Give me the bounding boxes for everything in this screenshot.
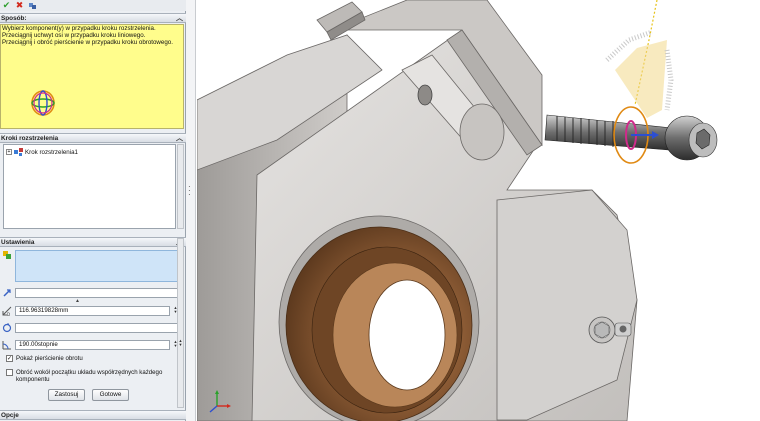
done-button[interactable]: Gotowe bbox=[92, 389, 129, 401]
rotate-origin-checkbox[interactable] bbox=[6, 369, 13, 376]
checkmark-icon[interactable]: ✔ bbox=[2, 1, 11, 10]
components-selection-box[interactable] bbox=[15, 250, 179, 282]
kroki-section-header[interactable]: Kroki rozstrzelenia ︿ bbox=[0, 133, 186, 143]
show-rings-checkbox-row[interactable]: ✓ Pokaż pierścienie obrotu bbox=[6, 355, 83, 362]
apply-button[interactable]: Zastosuj bbox=[48, 389, 85, 401]
direction-field[interactable] bbox=[15, 288, 179, 298]
rotation-axis-icon bbox=[2, 323, 12, 333]
angle-icon bbox=[2, 340, 12, 350]
tree-item-label: Krok rozstrzelenia1 bbox=[25, 148, 78, 156]
distance-icon: D bbox=[2, 306, 12, 317]
show-rings-checkbox[interactable]: ✓ bbox=[6, 355, 13, 362]
panel-splitter[interactable]: · · · bbox=[186, 0, 196, 421]
opcje-title: Opcje bbox=[1, 412, 19, 419]
pin-icon[interactable] bbox=[28, 1, 37, 10]
graphics-viewport[interactable] bbox=[197, 0, 760, 421]
splitter-grip-icon[interactable]: · · · bbox=[188, 183, 193, 199]
chevron-up-icon[interactable]: ︿ bbox=[176, 14, 183, 23]
direction-icon bbox=[2, 288, 12, 298]
instruction-line-2: Przeciągnij uchwyt osi w przypadku kroku… bbox=[2, 32, 146, 39]
kroki-title: Kroki rozstrzelenia bbox=[1, 135, 59, 142]
rotation-gizmo-icon bbox=[31, 90, 55, 116]
sposob-section-header[interactable]: Sposób: ︿ bbox=[0, 13, 186, 23]
angle-input[interactable]: 190.00stopnie bbox=[15, 340, 170, 350]
components-icon bbox=[2, 250, 12, 260]
rotate-origin-label: Obróć wokół początku układu współrzędnyc… bbox=[16, 369, 163, 383]
instruction-line-1: Wybierz komponent(y) w przypadku kroku r… bbox=[2, 25, 156, 32]
property-manager-panel: ✔ ✖ Sposób: ︿ Wybierz komponent(y) w prz… bbox=[0, 0, 186, 421]
property-manager-toolbar: ✔ ✖ bbox=[0, 0, 186, 11]
explode-steps-list: + Krok rozstrzelenia1 bbox=[3, 144, 176, 229]
sposob-title: Sposób: bbox=[1, 15, 27, 22]
rotation-axis-field[interactable] bbox=[15, 323, 179, 333]
rotate-origin-checkbox-row[interactable]: Obróć wokół początku układu współrzędnyc… bbox=[6, 369, 178, 383]
svg-text:D: D bbox=[7, 312, 10, 316]
steps-list-scrollbar[interactable] bbox=[177, 144, 184, 229]
expand-icon[interactable]: + bbox=[6, 149, 12, 155]
ustawienia-title: Ustawienia bbox=[1, 239, 35, 246]
instruction-line-3: Przeciągnij i obróć pierścienie w przypa… bbox=[2, 39, 173, 46]
drag-handle-icon: ▲ bbox=[75, 298, 80, 304]
chevron-up-icon[interactable]: ︿ bbox=[176, 134, 183, 143]
tree-item-explode-step[interactable]: + Krok rozstrzelenia1 bbox=[6, 148, 78, 156]
ustawienia-section-header[interactable]: Ustawienia ︿ bbox=[0, 237, 186, 247]
instructions-message: Wybierz komponent(y) w przypadku kroku r… bbox=[0, 24, 184, 129]
explode-step-icon bbox=[14, 148, 23, 156]
x-icon[interactable]: ✖ bbox=[15, 1, 24, 10]
show-rings-label: Pokaż pierścienie obrotu bbox=[16, 355, 83, 362]
cad-model-view[interactable] bbox=[197, 0, 760, 421]
distance-input[interactable]: 116.96319828mm bbox=[15, 306, 170, 316]
panel-scrollbar[interactable]: ▲ ▼ bbox=[177, 238, 184, 408]
opcje-section-header[interactable]: Opcje bbox=[0, 410, 186, 420]
